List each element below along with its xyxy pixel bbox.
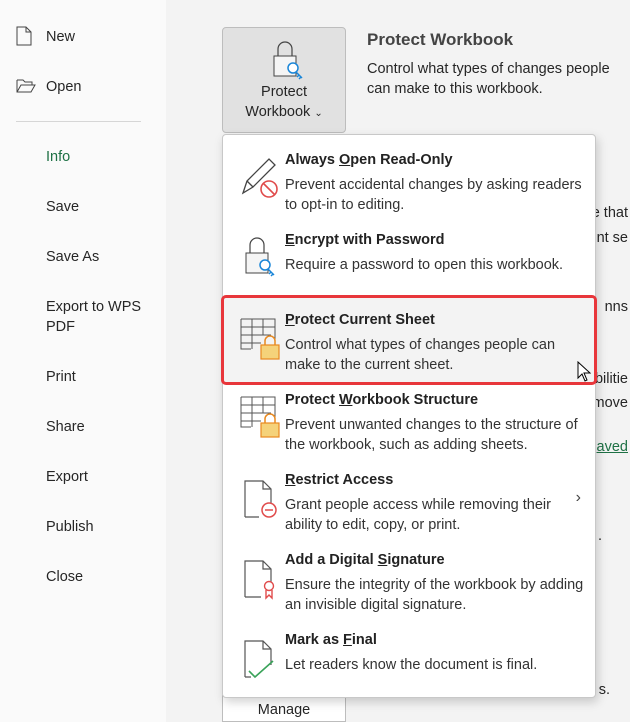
item-description: Prevent unwanted changes to the structur… [285,417,578,453]
menu-item-protect-current-sheet[interactable]: Protect Current Sheet Control what types… [221,295,597,385]
access-key: E [285,232,295,248]
title-part: Mark as [285,632,344,648]
access-key: F [343,632,352,648]
item-description: Ensure the integrity of the workbook by … [285,577,584,613]
item-description: Control what types of changes people can… [285,337,556,373]
item-description: Require a password to open this workbook… [285,257,564,273]
title-part: ignature [387,552,445,568]
section-description: Control what types of changes people can… [367,61,610,97]
item-description: Prevent accidental changes by asking rea… [285,177,582,213]
protect-label-line1: Protect [261,84,307,100]
title-part: Add a Digital [285,552,378,568]
title-part: Protect [285,392,339,408]
title-part: ncrypt with Password [294,232,445,248]
sidebar-divider [16,121,141,122]
sidebar-item-close[interactable]: Close [46,567,83,587]
folder-open-icon [16,79,36,93]
document-check-icon [244,640,274,679]
backstage-sidebar: New Open Info Save Save As Export to WPS… [0,0,166,722]
lock-key-icon [273,41,303,80]
pencil-prohibited-icon [241,158,278,198]
title-part: Always [285,152,339,168]
bg-text: s. [598,682,610,698]
protect-label-line2: Workbook [245,104,311,120]
sidebar-item-save[interactable]: Save [46,197,79,217]
access-key: W [339,392,353,408]
protect-workbook-button[interactable]: Protect Workbook ⌄ [222,27,346,133]
sidebar-item-export[interactable]: Export [46,467,88,487]
sidebar-item-open[interactable]: Open [46,77,81,97]
lock-key-icon [245,237,275,277]
title-part: inal [351,632,377,648]
title-part: estrict Access [295,472,394,488]
bg-text: nns [604,299,628,315]
sidebar-item-save-as[interactable]: Save As [46,247,99,267]
access-key: R [285,472,296,488]
title-part: pen Read-Only [350,152,453,168]
sidebar-item-info[interactable]: Info [46,147,70,167]
access-key: S [377,552,388,568]
chevron-right-icon: › [575,489,581,506]
menu-item-restrict-access[interactable]: Restrict Access Grant people access whil… [223,461,595,541]
item-description: Let readers know the document is final. [285,657,538,673]
menu-item-mark-as-final[interactable]: Mark as Final Let readers know the docum… [223,621,595,701]
section-title: Protect Workbook [367,30,514,49]
access-key: O [339,152,351,168]
item-description: Grant people access while removing their… [285,497,551,533]
sidebar-item-publish[interactable]: Publish [46,517,94,537]
title-part: rotect Current Sheet [294,312,435,328]
bg-text: bilitie [594,371,628,387]
workbook-lock-icon [240,396,280,438]
document-restrict-icon [244,480,277,518]
menu-item-encrypt-with-password[interactable]: Encrypt with Password Require a password… [223,221,595,301]
sidebar-item-share[interactable]: Share [46,417,85,437]
bg-text: . [597,528,602,544]
sidebar-item-export-pdf[interactable]: Export to WPS PDF [46,297,156,337]
mouse-cursor-icon [577,361,591,382]
sidebar-item-new[interactable]: New [46,27,75,47]
title-part: orkbook Structure [352,392,479,408]
sidebar-item-print[interactable]: Print [46,367,76,387]
bg-link[interactable]: aved [597,439,628,455]
protect-workbook-menu: Always Open Read-Only Prevent accidental… [221,134,597,701]
chevron-down-icon: ⌄ [314,108,323,119]
access-key: P [285,312,295,328]
menu-item-always-open-read-only[interactable]: Always Open Read-Only Prevent accidental… [223,141,595,221]
menu-item-protect-workbook-structure[interactable]: Protect Workbook Structure Prevent unwan… [223,381,595,461]
menu-item-add-digital-signature[interactable]: Add a Digital Signature Ensure the integ… [223,541,595,621]
sheet-lock-icon [240,318,280,360]
document-ribbon-icon [244,560,275,600]
new-file-icon [16,26,32,46]
